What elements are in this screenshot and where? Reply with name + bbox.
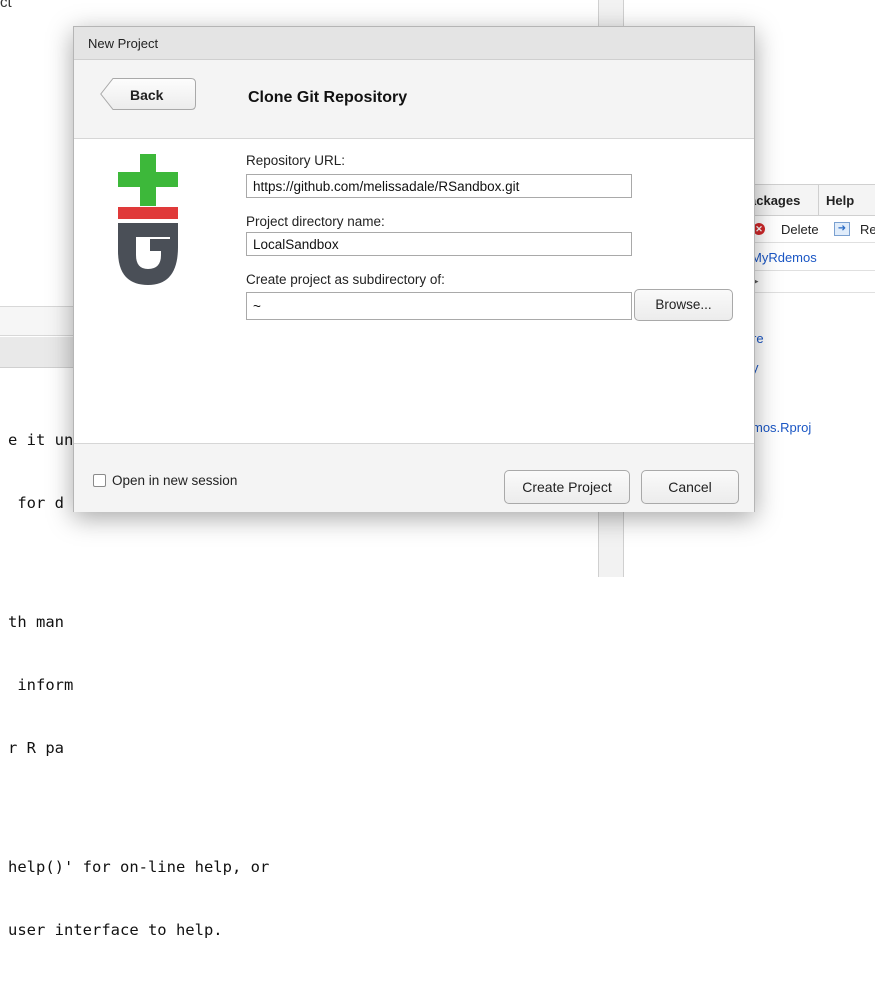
dialog-footer: Open in new session Create Project Cance… xyxy=(74,443,754,512)
page-title: Clone Git Repository xyxy=(248,89,408,106)
background-text-fragment: ct xyxy=(0,0,12,11)
browse-button[interactable]: Browse... xyxy=(634,289,733,321)
tab-help[interactable]: Help xyxy=(826,193,854,208)
repository-url-label: Repository URL: xyxy=(246,153,346,168)
back-button[interactable]: Back xyxy=(100,78,196,110)
console-line: r R pa xyxy=(8,739,64,757)
subdirectory-input[interactable] xyxy=(246,292,632,320)
dialog-title: New Project xyxy=(88,36,159,51)
cancel-button[interactable]: Cancel xyxy=(641,470,739,504)
project-directory-input[interactable] xyxy=(246,232,632,256)
create-project-button[interactable]: Create Project xyxy=(504,470,630,504)
tab-packages[interactable]: ackages xyxy=(749,193,800,208)
back-button-label: Back xyxy=(130,87,164,103)
console-line: th man xyxy=(8,613,64,631)
delete-button[interactable]: Delete xyxy=(781,222,819,237)
dialog-titlebar[interactable]: New Project xyxy=(74,27,754,60)
console-line: help()' for on-line help, or xyxy=(8,858,270,876)
console-line: user interface to help. xyxy=(8,921,223,939)
repository-url-input[interactable] xyxy=(246,174,632,198)
subdirectory-label: Create project as subdirectory of: xyxy=(246,272,445,287)
breadcrumb-folder[interactable]: MyRdemos xyxy=(751,250,817,265)
console-line: inform xyxy=(8,676,74,694)
project-directory-label: Project directory name: xyxy=(246,214,385,229)
open-in-new-session-label[interactable]: Open in new session xyxy=(112,473,237,488)
open-in-new-session-checkbox[interactable] xyxy=(93,474,106,487)
file-link[interactable]: mos.Rproj xyxy=(752,420,811,435)
new-project-dialog: New Project Back Clone Git Repository Re… xyxy=(73,26,755,512)
git-logo-icon xyxy=(118,154,178,285)
rename-icon: ➜ xyxy=(834,222,850,236)
rename-button[interactable]: Re xyxy=(860,222,875,237)
dialog-header: Back Clone Git Repository xyxy=(74,60,754,139)
